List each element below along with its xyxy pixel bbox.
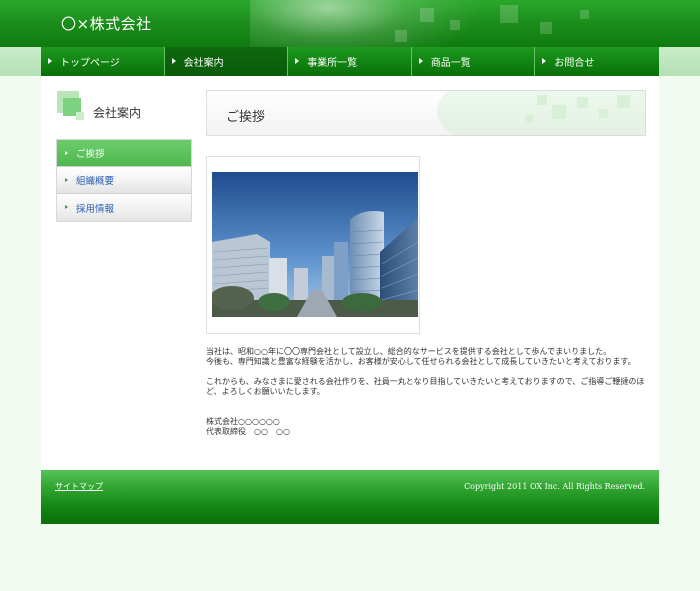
greeting-message: 当社は、昭和○○年に〇〇専門会社として設立し、総合的なサービスを提供する会社とし…: [206, 347, 646, 407]
header-square-decoration: [500, 5, 518, 23]
heading-square-decoration: [552, 105, 566, 119]
sitemap-link[interactable]: サイトマップ: [55, 481, 103, 492]
photo-frame: [206, 156, 420, 334]
arrow-right-icon: [65, 205, 68, 209]
greeting-paragraph: 当社は、昭和○○年に〇〇専門会社として設立し、総合的なサービスを提供する会社とし…: [206, 347, 636, 366]
nav-item-label: 会社案内: [183, 58, 224, 69]
square-decoration-icon: [76, 112, 84, 120]
site-header: 〇×株式会社: [0, 0, 700, 47]
city-buildings-photo: [212, 172, 418, 317]
arrow-right-icon: [542, 58, 547, 64]
site-title[interactable]: 〇×株式会社: [61, 13, 152, 34]
signature: 株式会社○○○○○○ 代表取締役 ○○ ○○: [206, 417, 290, 437]
arrow-right-icon: [65, 178, 68, 182]
header-square-decoration: [450, 20, 460, 30]
signature-name: 代表取締役 ○○ ○○: [206, 427, 290, 436]
header-square-decoration: [580, 10, 589, 19]
nav-item-products[interactable]: 商品一覧: [411, 47, 536, 76]
sidebar-item-label: 採用情報: [76, 203, 115, 215]
header-square-decoration: [395, 30, 407, 42]
heading-square-decoration: [617, 95, 630, 108]
sidebar-heading-label: 会社案内: [93, 106, 142, 120]
sidebar-heading: 会社案内: [56, 91, 192, 131]
arrow-right-icon: [418, 58, 423, 64]
nav-item-label: 事業所一覧: [307, 58, 358, 69]
nav-item-label: お問合せ: [554, 58, 595, 69]
global-nav: トップページ 会社案内 事業所一覧 商品一覧 お問合せ: [41, 47, 659, 76]
arrow-right-icon: [295, 58, 300, 64]
sidebar-item-greeting[interactable]: ご挨拶: [57, 140, 191, 167]
sidebar-item-label: ご挨拶: [76, 149, 105, 160]
header-square-decoration: [540, 22, 552, 34]
sidebar-item-recruit[interactable]: 採用情報: [57, 194, 191, 221]
site-footer: サイトマップ Copyright 2011 OX Inc. All Rights…: [41, 470, 659, 524]
header-square-decoration: [420, 8, 434, 22]
arrow-right-icon: [171, 58, 176, 64]
copyright-text: Copyright 2011 OX Inc. All Rights Reserv…: [464, 482, 645, 491]
nav-item-contact[interactable]: お問合せ: [535, 47, 659, 76]
page-title: ご挨拶: [226, 110, 266, 125]
heading-square-decoration: [599, 109, 608, 118]
heading-square-decoration: [537, 95, 547, 105]
nav-item-label: トップページ: [60, 58, 120, 69]
heading-square-decoration: [577, 97, 588, 108]
signature-company: 株式会社○○○○○○: [206, 417, 280, 426]
heading-square-decoration: [525, 115, 533, 123]
sidebar-item-label: 組織概要: [76, 176, 115, 187]
sidebar-item-organization[interactable]: 組織概要: [57, 167, 191, 194]
header-glow-decoration: [250, 0, 510, 47]
nav-item-top[interactable]: トップページ: [41, 47, 165, 76]
greeting-paragraph: これからも、みなさまに愛される会社作りを、社員一丸となり目指していきたいと考えて…: [206, 377, 645, 396]
nav-item-company[interactable]: 会社案内: [164, 47, 289, 76]
arrow-right-icon: [65, 151, 68, 155]
nav-item-label: 商品一覧: [430, 58, 471, 69]
sidebar-menu: ご挨拶 組織概要 採用情報: [56, 139, 192, 222]
nav-item-offices[interactable]: 事業所一覧: [288, 47, 412, 76]
content-heading-box: ご挨拶: [206, 90, 646, 136]
arrow-right-icon: [48, 58, 52, 64]
